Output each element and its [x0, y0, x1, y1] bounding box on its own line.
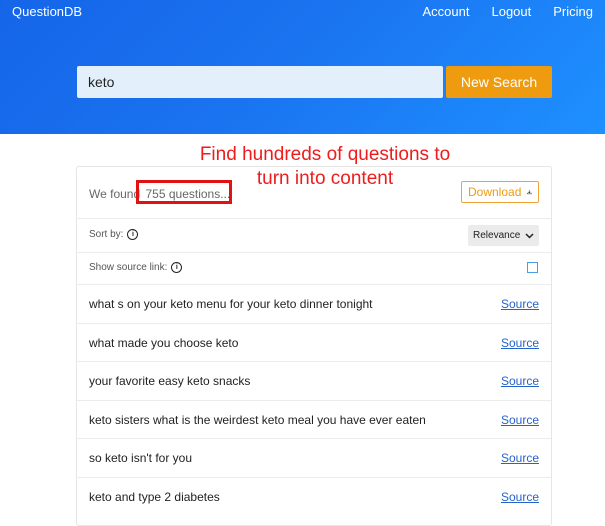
top-nav: Account Logout Pricing — [423, 4, 594, 19]
highlight-box — [136, 180, 232, 204]
search-input[interactable] — [77, 66, 443, 98]
sort-by-label: Sort by: i — [89, 229, 139, 240]
brand-logo[interactable]: QuestionDB — [12, 4, 82, 19]
source-link[interactable]: Source — [501, 336, 539, 350]
info-icon[interactable]: i — [171, 262, 183, 273]
source-link[interactable]: Source — [501, 490, 539, 504]
list-item: keto and type 2 diabetes Source — [77, 476, 551, 516]
list-item: what made you choose keto Source — [77, 322, 551, 362]
question-list: what s on your keto menu for your keto d… — [77, 284, 551, 515]
hero-banner: QuestionDB Account Logout Pricing New Se… — [0, 0, 605, 134]
nav-account[interactable]: Account — [423, 4, 470, 19]
source-link[interactable]: Source — [501, 413, 539, 427]
new-search-button[interactable]: New Search — [446, 66, 552, 98]
results-card: We found 755 questions... Download Sort … — [76, 166, 552, 526]
list-item: your favorite easy keto snacks Source — [77, 361, 551, 400]
info-icon[interactable]: i — [127, 229, 139, 240]
list-item: what s on your keto menu for your keto d… — [77, 284, 551, 323]
question-text: so keto isn't for you — [89, 451, 193, 465]
annotation-line-1: Find hundreds of questions to — [199, 144, 451, 165]
question-text: keto sisters what is the weirdest keto m… — [89, 412, 426, 427]
question-text: keto and type 2 diabetes — [89, 489, 220, 504]
source-link[interactable]: Source — [501, 297, 539, 311]
download-icon — [527, 190, 532, 195]
divider — [77, 252, 551, 253]
sort-value: Relevance — [473, 230, 521, 241]
nav-logout[interactable]: Logout — [491, 4, 531, 19]
divider — [77, 218, 551, 219]
nav-pricing[interactable]: Pricing — [553, 4, 593, 19]
source-label-text: Show source link: — [89, 262, 168, 273]
show-source-label: Show source link: i — [89, 262, 183, 273]
show-source-checkbox[interactable] — [527, 262, 538, 273]
question-text: what s on your keto menu for your keto d… — [89, 297, 373, 311]
found-prefix: We found — [89, 187, 141, 201]
question-text: your favorite easy keto snacks — [89, 374, 251, 388]
sort-label-text: Sort by: — [89, 229, 124, 240]
question-text: what made you choose keto — [89, 335, 239, 350]
source-link[interactable]: Source — [501, 374, 539, 388]
sort-select[interactable]: Relevance — [468, 225, 539, 246]
source-link[interactable]: Source — [501, 451, 539, 465]
list-item: so keto isn't for you Source — [77, 438, 551, 477]
list-item: keto sisters what is the weirdest keto m… — [77, 399, 551, 439]
chevron-down-icon — [525, 232, 534, 239]
